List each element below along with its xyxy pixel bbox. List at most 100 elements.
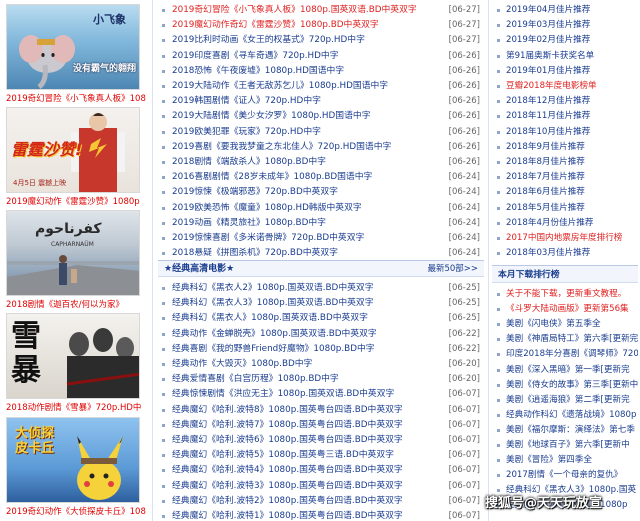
bullet-icon (497, 353, 500, 357)
list-item[interactable]: 2019年01月佳片推荐 (492, 63, 638, 80)
poster-image-capernaum[interactable]: كفرناحوم CAPHARNAÜM (6, 210, 140, 296)
more-link[interactable]: 最新50部>> (427, 261, 478, 278)
poster-image-dumbo[interactable]: 小飞象 没有霸气的翱翔 (6, 4, 140, 90)
list-item[interactable]: 2018年03月佳片推荐 (492, 245, 638, 262)
list-item[interactable]: 关于不能下载，更新重文教程。 (492, 286, 638, 303)
list-item[interactable]: 经典动作科幻《遗落战境》1080p (492, 407, 638, 424)
list-link[interactable]: 美剧《福尔摩斯：演绎法》第七季 (506, 422, 635, 439)
bullet-icon (497, 115, 500, 119)
list-item[interactable]: 2019年04月佳片推荐 (492, 2, 638, 19)
list-item[interactable]: 2017剧情《一个母亲的复仇》 (492, 467, 638, 484)
list-item[interactable]: 美剧《冒险》第四季全 (492, 452, 638, 469)
list-link[interactable]: 2018年6月佳片推荐 (506, 184, 585, 201)
list-link[interactable]: 《斗罗大陆动画版》更新第56集 (506, 301, 629, 318)
poster-card-shazam[interactable]: 雷霆沙赞! 4月5日 震撼上映 2019魔幻动作《雷霆沙赞》1080p (6, 107, 144, 207)
list-link[interactable]: 经典动作科幻《遗落战境》1080p (506, 407, 636, 424)
list-item[interactable]: 美剧《深入黑暗》第一季[更新完 (492, 362, 638, 379)
poster-image-snowstorm[interactable]: 雪暴 (6, 313, 140, 399)
list-item[interactable]: 2018年4月份佳片推荐 (492, 215, 638, 232)
bullet-icon (497, 428, 500, 432)
list-link[interactable]: 豆瓣2018年度电影榜单 (506, 78, 597, 95)
poster-card-pikachu[interactable]: 大侦探 皮卡丘 2019奇幻动作《大侦探皮卡丘》108 (6, 417, 146, 517)
poster-card-snowstorm[interactable]: 雪暴 2018动作剧情《雪暴》720p.HD中 (6, 313, 144, 413)
poster-title: 雪暴 (11, 319, 41, 388)
list-item[interactable]: 2017中国内地票房年度排行榜 (492, 230, 638, 247)
list-link[interactable]: 第91届奥斯卡获奖名单 (506, 48, 594, 65)
bullet-icon (497, 54, 500, 58)
poster-caption[interactable]: 2019奇幻冒险《小飞象真人板》108 (6, 93, 150, 105)
list-item[interactable]: 2018年10月佳片推荐 (492, 124, 638, 141)
list-link[interactable]: 2019年04月佳片推荐 (506, 2, 590, 19)
list-link[interactable]: 关于不能下载，更新重文教程。 (506, 286, 626, 303)
list-link[interactable]: 美剧《闪电侠》第五季全 (506, 316, 601, 333)
movie-title-link[interactable]: 经典魔幻《哈利.波特1》1080p.国英粤台四语.BD中英双字 (172, 508, 432, 521)
bullet-icon (162, 115, 165, 119)
list-item[interactable]: 美剧《地球百子》第六季[更新中 (492, 437, 638, 454)
list-link[interactable]: 2018年12月佳片推荐 (506, 93, 590, 110)
list-item[interactable]: 2018年11月佳片推荐 (492, 108, 638, 125)
poster-image-pikachu[interactable]: 大侦探 皮卡丘 (6, 417, 140, 503)
list-item[interactable]: 印度2018年分喜剧《调琴师》720p (492, 346, 638, 363)
list-link[interactable]: 2018年4月份佳片推荐 (506, 215, 594, 232)
list-item[interactable]: 2018年6月佳片推荐 (492, 184, 638, 201)
bullet-icon (497, 459, 500, 463)
bullet-icon (497, 489, 500, 493)
poster-card-dumbo[interactable]: 小飞象 没有霸气的翱翔 2019奇幻冒险《小飞象真人板》108 (6, 4, 146, 104)
poster-image-shazam[interactable]: 雷霆沙赞! 4月5日 震撼上映 (6, 107, 140, 193)
list-link[interactable]: 美剧《冒险》第四季全 (506, 452, 592, 469)
list-link[interactable]: 2018年9月佳片推荐 (506, 139, 585, 156)
list-item[interactable]: 2019年03月佳片推荐 (492, 17, 638, 34)
recommend-column: 2019年04月佳片推荐 2019年03月佳片推荐 2019年02月佳片推荐 第91届… (492, 0, 640, 521)
bullet-icon (162, 439, 165, 442)
poster-caption[interactable]: 2018动作剧情《雪暴》720p.HD中 (6, 402, 150, 414)
bullet-icon (162, 378, 165, 382)
list-item[interactable]: 2018年5月佳片推荐 (492, 200, 638, 217)
poster-card-capernaum[interactable]: كفرناحوم CAPHARNAÜM 2018剧情《迦百农/何以为家》 (6, 210, 144, 310)
list-item[interactable]: 2018年8月佳片推荐 (492, 154, 638, 171)
list-item[interactable]: 美剧《闪电侠》第五季全 (492, 316, 638, 333)
bullet-icon (162, 332, 165, 336)
poster-caption[interactable]: 2019魔幻动作《雷霆沙赞》1080p (6, 196, 150, 208)
list-link[interactable]: 2018年10月佳片推荐 (506, 124, 590, 141)
bullet-icon (497, 145, 500, 149)
list-item[interactable]: 美剧《神盾局特工》第六季[更新完 (492, 331, 638, 348)
list-link[interactable]: 印度2018年分喜剧《调琴师》720p (506, 346, 638, 363)
list-link[interactable]: 2017中国内地票房年度排行榜 (506, 230, 622, 247)
bullet-icon (497, 237, 500, 240)
bullet-icon (162, 191, 165, 195)
list-link[interactable]: 2018年5月佳片推荐 (506, 200, 585, 217)
bullet-icon (162, 221, 165, 225)
list-link[interactable]: 2018年11月佳片推荐 (506, 108, 590, 125)
list-item[interactable]: 第91届奥斯卡获奖名单 (492, 48, 638, 65)
list-link[interactable]: 2019年03月佳片推荐 (506, 17, 590, 34)
list-link[interactable]: 2018年03月佳片推荐 (506, 245, 590, 262)
list-link[interactable]: 2018年8月佳片推荐 (506, 154, 585, 171)
list-link[interactable]: 美剧《逍遥海狼》第二季[更新完 (506, 392, 630, 409)
poster-caption[interactable]: 2018剧情《迦百农/何以为家》 (6, 299, 150, 311)
list-item[interactable]: 经典魔幻《哈利.波特1》1080p.国英粤台四语.BD中英双字 [06-07] (158, 508, 484, 521)
list-link[interactable]: 2019年01月佳片推荐 (506, 63, 590, 80)
list-item[interactable]: 2019年02月佳片推荐 (492, 32, 638, 49)
list-item[interactable]: 《斗罗大陆动画版》更新第56集 (492, 301, 638, 318)
bullet-icon (162, 302, 165, 306)
list-link[interactable]: 美剧《深入黑暗》第一季[更新完 (506, 362, 630, 379)
bullet-icon (162, 9, 165, 12)
bullet-icon (497, 338, 500, 342)
list-item[interactable]: 美剧《侍女的故事》第三季[更新中 (492, 377, 638, 394)
list-link[interactable]: 2019年02月佳片推荐 (506, 32, 590, 49)
list-item[interactable]: 豆瓣2018年度电影榜单 (492, 78, 638, 95)
list-item[interactable]: 美剧《福尔摩斯：演绎法》第七季 (492, 422, 638, 439)
poster-title: كفرناحوم (35, 221, 102, 237)
list-link[interactable]: 2017剧情《一个母亲的复仇》 (506, 467, 622, 484)
list-link[interactable]: 美剧《神盾局特工》第六季[更新完 (506, 331, 638, 348)
list-item[interactable]: 2018年9月佳片推荐 (492, 139, 638, 156)
list-item[interactable]: 美剧《逍遥海狼》第二季[更新完 (492, 392, 638, 409)
list-item[interactable]: 2018年7月佳片推荐 (492, 169, 638, 186)
list-item[interactable]: 2018年12月佳片推荐 (492, 93, 638, 110)
list-link[interactable]: 2018年7月佳片推荐 (506, 169, 585, 186)
poster-subtitle: 4月5日 震撼上映 (13, 179, 67, 187)
poster-caption[interactable]: 2019奇幻动作《大侦探皮卡丘》108 (6, 506, 150, 518)
bullet-icon (497, 100, 500, 104)
list-link[interactable]: 美剧《侍女的故事》第三季[更新中 (506, 377, 638, 394)
list-link[interactable]: 美剧《地球百子》第六季[更新中 (506, 437, 630, 454)
